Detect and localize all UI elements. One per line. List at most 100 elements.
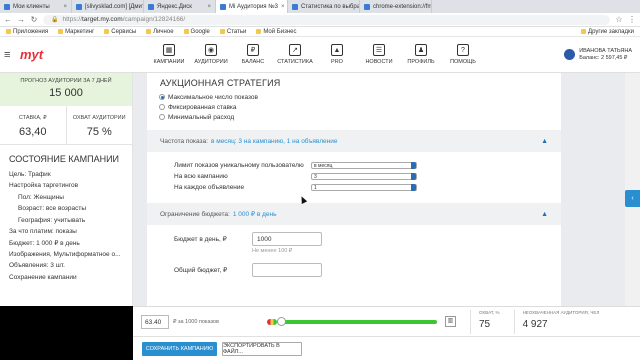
close-icon[interactable]: × [63, 4, 67, 10]
favicon-icon [220, 3, 226, 10]
total-budget-input[interactable] [252, 263, 322, 277]
status-item[interactable]: Объявления: 3 шт. [0, 260, 132, 271]
slider-handle[interactable] [277, 317, 286, 326]
star-icon[interactable]: ☆ [615, 15, 623, 24]
browser-tab[interactable]: Мі Аудитория №3 × [216, 0, 288, 13]
frequency-select[interactable]: 1 [311, 184, 417, 191]
strategy-option[interactable]: Фиксированная ставка [147, 102, 561, 112]
bookmark-item[interactable]: Сервисы [104, 29, 136, 35]
close-icon[interactable]: × [281, 4, 285, 10]
reach-stat-label: ОХВАТ, % [479, 309, 500, 315]
budget-bar[interactable]: Ограничение бюджета: 1 000 ₽ в день ▲ [147, 203, 561, 225]
nav-item-4[interactable]: ▲ Pro [316, 44, 358, 65]
nav-item-6[interactable]: ♟ Профиль [400, 44, 442, 65]
status-item[interactable]: За что платим: показы [0, 226, 132, 237]
reach-value: 75 % [86, 126, 112, 138]
bookmark-item[interactable]: Приложения [6, 29, 48, 35]
address-bar-row: ← → ↻ 🔒 https://target.my.com/campaign/1… [0, 13, 640, 27]
bookmark-item[interactable]: Статьи [219, 29, 246, 35]
bid-slider[interactable] [267, 317, 437, 326]
browser-tab[interactable]: Яндекс.Диск × [144, 0, 216, 13]
total-budget-label: Общий бюджет, ₽ [174, 267, 228, 274]
slider-scale [267, 319, 277, 325]
chevron-up-icon[interactable]: ▲ [541, 138, 548, 145]
audience-forecast: ПРОГНОЗ АУДИТОРИИ ЗА 7 ДНЕЙ 15 000 [0, 73, 132, 106]
back-icon[interactable]: ← [4, 15, 12, 24]
other-bookmarks[interactable]: Другие закладки [581, 29, 634, 35]
strategy-option[interactable]: Максимальное число показов [147, 92, 561, 102]
folder-icon [581, 29, 587, 34]
strategy-title: АУКЦИОННАЯ СТРАТЕГИЯ [160, 78, 281, 88]
radio-button[interactable] [159, 114, 165, 120]
feedback-tab[interactable]: ‹ [625, 190, 640, 207]
browser-tab[interactable]: Статистика по выбран...× [288, 0, 360, 13]
menu-dots-icon[interactable]: ⋮ [628, 15, 636, 24]
forecast-value: 15 000 [49, 87, 83, 99]
metrics-row: СТАВКА, ₽ 63,40 ОХВАТ АУДИТОРИИ 75 % [0, 106, 132, 145]
rate-label: СТАВКА, ₽ [18, 115, 47, 121]
strategy-option[interactable]: Минимальный расход [147, 112, 561, 122]
nav-item-5[interactable]: ☰ Новости [358, 44, 400, 65]
strategy-option-label: Минимальный расход [168, 113, 235, 121]
bookmark-label: Маркетинг [65, 28, 95, 35]
nav-item-0[interactable]: ▦ Кампании [148, 44, 190, 65]
browser-tab[interactable]: Мои клиенты × [0, 0, 72, 13]
status-title: СОСТОЯНИЕ КАМПАНИИ [9, 154, 120, 164]
bid-input[interactable]: 63.40 [141, 314, 169, 329]
logo[interactable]: myt [20, 47, 50, 62]
forward-icon[interactable]: → [17, 15, 25, 24]
nav-item-1[interactable]: ◉ Аудитории [190, 44, 232, 65]
status-item[interactable]: География: учитывать [0, 215, 132, 226]
bookmark-item[interactable]: Маркетинг [58, 29, 94, 35]
status-item[interactable]: Сохранение кампании [0, 272, 132, 283]
browser-tab-strip: Мои клиенты×[slivysklad.com] [Дмитр...×Я… [0, 0, 640, 13]
daily-budget-input[interactable]: 1000 [252, 232, 322, 246]
bid-bar: 63.40 ₽ за 1000 показов ▥ ОХВАТ, % 75 НЕ… [133, 306, 640, 336]
reload-icon[interactable]: ↻ [30, 15, 38, 24]
status-item[interactable]: Бюджет: 1 000 ₽ в день [0, 237, 132, 248]
nav-item-label: Профиль [407, 59, 435, 65]
status-item[interactable]: Цель: Трафик [0, 169, 132, 180]
frequency-row: Лимит показов уникальному пользователю в … [147, 160, 561, 171]
audiences-icon: ◉ [205, 44, 217, 56]
nav-item-2[interactable]: ₽ Баланс [232, 44, 274, 65]
nav-item-7[interactable]: ? Помощь [442, 44, 484, 65]
chart-icon[interactable]: ▥ [445, 316, 456, 327]
bookmark-item[interactable]: Google [183, 29, 210, 35]
bookmark-label: Мой Бизнес [263, 28, 297, 35]
browser-tab[interactable]: [slivysklad.com] [Дмитр...× [72, 0, 144, 13]
browser-tab[interactable]: chrome-extension://fmjd...× [360, 0, 432, 13]
frequency-select[interactable]: 3 [311, 173, 417, 180]
chevron-up-icon[interactable]: ▲ [541, 211, 548, 218]
close-icon[interactable]: × [207, 4, 211, 10]
bookmark-label: Приложения [13, 28, 49, 35]
url-field[interactable]: 🔒 https://target.my.com/campaign/1282416… [43, 14, 610, 25]
radio-button[interactable] [159, 104, 165, 110]
status-item[interactable]: Возраст: все возрасты [0, 203, 132, 214]
url-prefix: https:// [62, 16, 82, 23]
status-item[interactable]: Настройка таргетингов [0, 180, 132, 191]
unused-audience-value: 4 927 [522, 318, 548, 330]
nav-item-label: Помощь [450, 59, 476, 65]
frequency-bar[interactable]: Частота показа: в месяц: 3 на кампанию, … [147, 130, 561, 152]
balance-icon: ₽ [247, 44, 259, 56]
status-item[interactable]: Пол: Женщины [0, 192, 132, 203]
radio-button[interactable] [159, 94, 165, 100]
favicon-icon [76, 3, 82, 10]
daily-budget-label: Бюджет в день, ₽ [174, 236, 227, 243]
status-item[interactable]: Изображения, Мультиформатное о... [0, 249, 132, 260]
rate-value: 63,40 [18, 126, 47, 138]
export-button[interactable]: ЭКСПОРТИРОВАТЬ В ФАЙЛ... [222, 341, 302, 356]
favicon-icon [148, 3, 154, 10]
hamburger-icon[interactable]: ≡ [4, 49, 18, 61]
frequency-key: Частота показа: [160, 137, 208, 145]
user-block[interactable]: ИВАНОВА ТАТЬЯНА Баланс: 2 597,45 ₽ [564, 48, 640, 62]
nav-item-3[interactable]: ↗ Статистика [274, 44, 316, 65]
bookmark-item[interactable]: Личное [146, 29, 174, 35]
save-campaign-button[interactable]: СОХРАНИТЬ КАМПАНИЮ [142, 341, 217, 356]
rate-metric: СТАВКА, ₽ 63,40 [0, 106, 66, 144]
frequency-select[interactable]: в месяц [311, 162, 417, 169]
bookmark-item[interactable]: Мой Бизнес [256, 29, 296, 35]
url-host: target.my.com [82, 16, 123, 23]
browser-tab-title: Яндекс.Диск [157, 3, 192, 10]
